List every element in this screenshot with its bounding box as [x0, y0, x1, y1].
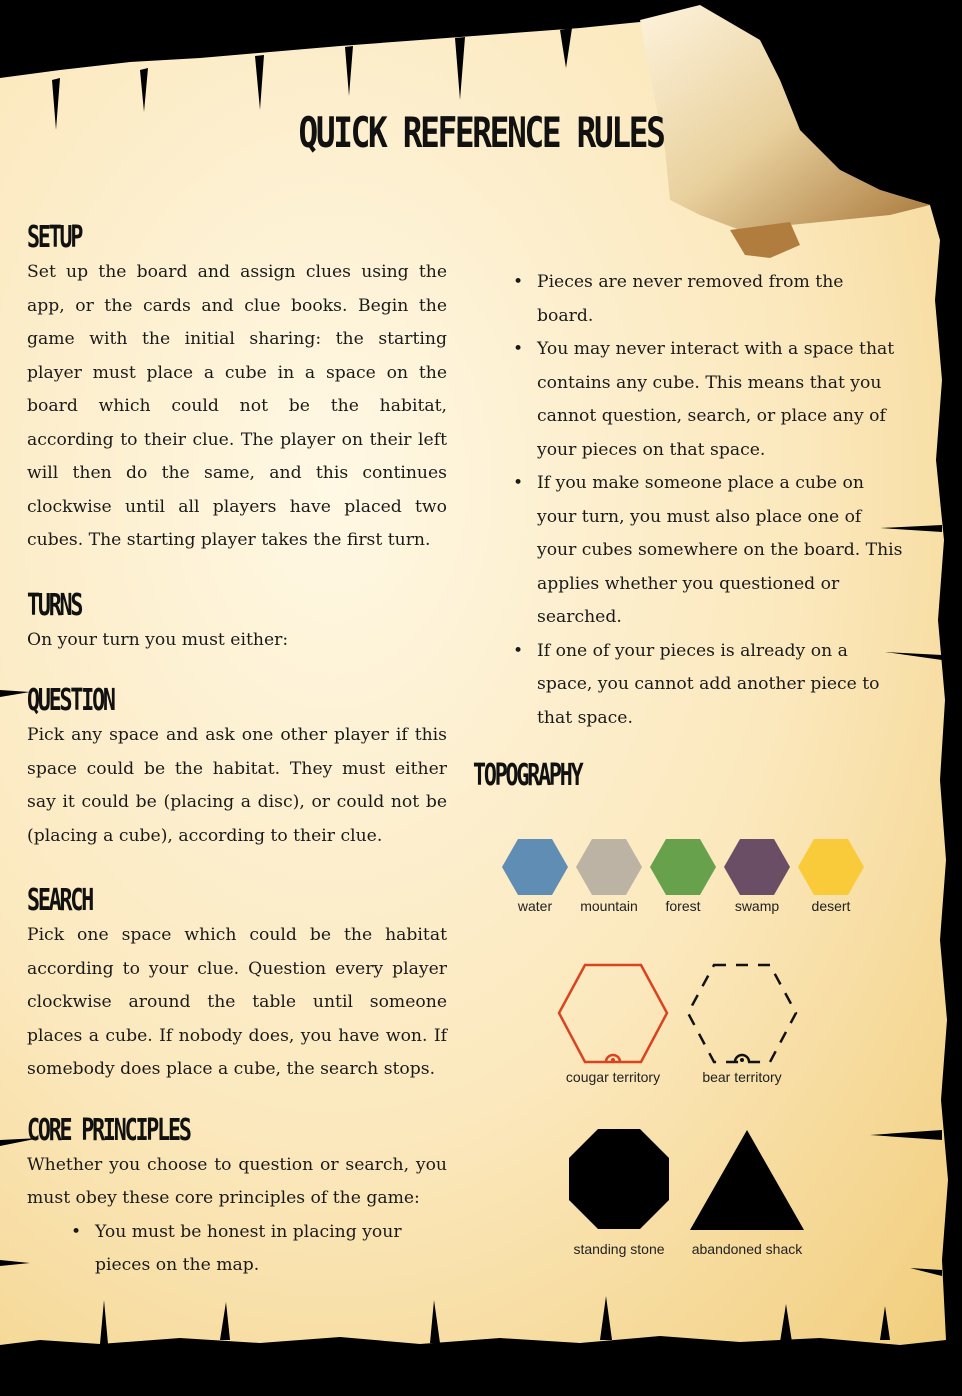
mountain-hex-icon: [576, 839, 642, 895]
structure-label: abandoned shack: [691, 1241, 803, 1257]
terrain-swamp: swamp: [718, 838, 796, 914]
topography-heading: TOPOGRAPHY: [473, 758, 584, 793]
terrain-label: forest: [665, 898, 701, 914]
terrain-legend: water mountain forest swamp desert: [496, 838, 876, 928]
terrain-mountain: mountain: [570, 838, 648, 914]
territory-cougar: cougar territory: [550, 962, 676, 1085]
standing-stone-icon: [569, 1129, 669, 1229]
water-hex-icon: [502, 839, 568, 895]
terrain-desert: desert: [792, 838, 870, 914]
terrain-hex: [576, 839, 642, 895]
terrain-hex: [502, 839, 568, 895]
abandoned-shack-icon: [690, 1130, 804, 1230]
terrain-label: desert: [811, 898, 851, 914]
terrain-forest: forest: [644, 838, 722, 914]
core-principle-item: If you make someone place a cube on your…: [505, 467, 905, 635]
core-principles-heading: CORE PRINCIPLES: [27, 1112, 192, 1148]
bear-territory-icon: [686, 963, 798, 1064]
terrain-hex: [724, 839, 790, 895]
swamp-hex-icon: [724, 839, 790, 895]
structure-standing-stone: standing stone: [560, 1128, 678, 1257]
terrain-hex: [798, 839, 864, 895]
question-heading: QUESTION: [27, 683, 116, 718]
core-principle-item: You may never interact with a space that…: [505, 333, 905, 467]
page-title: QUICK REFERENCE RULES: [298, 108, 665, 157]
terrain-label: water: [517, 898, 553, 914]
turns-heading: TURNS: [27, 587, 83, 623]
terrain-label: mountain: [580, 898, 638, 914]
territory-bear: bear territory: [682, 962, 802, 1085]
core-principles-list-left: You must be honest in placing your piece…: [27, 1216, 447, 1283]
left-column: SETUP Set up the board and assign clues …: [27, 220, 447, 1283]
core-principle-item: Pieces are never removed from the board.: [505, 266, 905, 333]
structure-abandoned-shack: abandoned shack: [684, 1128, 810, 1257]
turns-text: On your turn you must either:: [27, 629, 289, 650]
territory-label: cougar territory: [565, 1069, 661, 1085]
setup-text: Set up the board and assign clues using …: [27, 262, 447, 550]
forest-hex-icon: [650, 839, 716, 895]
question-text: Pick any space and ask one other player …: [27, 725, 447, 846]
core-principle-item: You must be honest in placing your piece…: [63, 1216, 447, 1283]
setup-heading: SETUP: [27, 220, 83, 255]
search-heading: SEARCH: [27, 883, 94, 918]
terrain-hex: [650, 839, 716, 895]
desert-hex-icon: [798, 839, 864, 895]
terrain-water: water: [496, 838, 574, 914]
terrain-label: swamp: [734, 898, 780, 914]
structure-label: standing stone: [573, 1241, 665, 1257]
right-column: Pieces are never removed from the board.…: [505, 266, 905, 735]
core-principles-text: Whether you choose to question or search…: [27, 1154, 447, 1209]
rules-page: QUICK REFERENCE RULES SETUP Set up the b…: [0, 0, 962, 1396]
search-text: Pick one space which could be the habita…: [27, 925, 447, 1079]
core-principles-list-right: Pieces are never removed from the board.…: [505, 266, 905, 735]
core-principle-item: If one of your pieces is already on a sp…: [505, 635, 905, 736]
territory-label: bear territory: [702, 1069, 782, 1085]
cougar-territory-icon: [557, 963, 669, 1064]
